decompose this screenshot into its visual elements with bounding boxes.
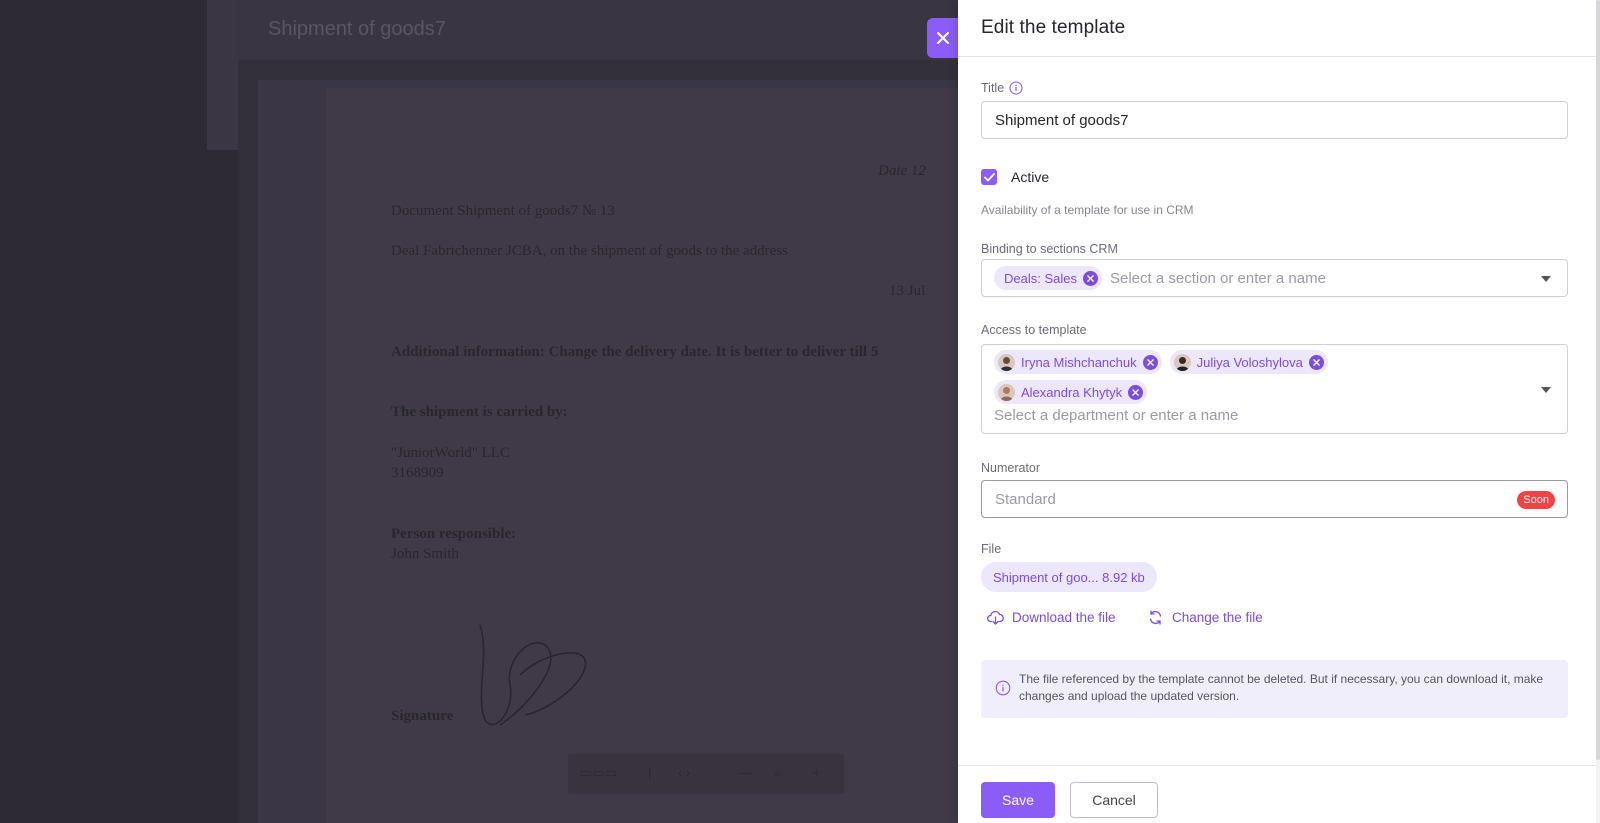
binding-chip-deals-sales[interactable]: Deals: Sales (994, 266, 1102, 290)
chip-remove-icon[interactable] (1128, 384, 1144, 400)
access-person-name: Iryna Mishchanchuk (1021, 354, 1137, 370)
background-sidebar (0, 0, 238, 823)
chip-remove-icon[interactable] (1082, 270, 1098, 286)
access-person-name: Juliya Voloshylova (1196, 354, 1303, 370)
background-document-paper: Date 12 Document Shipment of goods7 № 13… (326, 88, 958, 823)
close-panel-button[interactable] (927, 18, 959, 58)
download-file-label: Download the file (1012, 610, 1116, 625)
numerator-placeholder: Standard (995, 490, 1056, 508)
download-file-link[interactable]: Download the file (987, 609, 1116, 626)
background-document-title: Shipment of goods7 (268, 18, 446, 40)
access-chip-person[interactable]: Alexandra Khytyk (994, 380, 1148, 404)
chevron-down-icon[interactable] (1541, 276, 1551, 282)
panel-footer: Save Cancel (958, 765, 1600, 823)
access-label: Access to template (981, 323, 1087, 337)
binding-label: Binding to sections CRM (981, 242, 1118, 256)
access-select[interactable]: Iryna Mishchanchuk Juliya Voloshylova Al… (981, 344, 1568, 434)
save-button[interactable]: Save (981, 782, 1055, 818)
background-sidebar-strip (207, 0, 238, 150)
background-document-toolbar: ▭▭▭ | ‹ › — ⌕ + (568, 754, 844, 794)
access-placeholder[interactable]: Select a department or enter a name (994, 407, 1238, 424)
info-icon (995, 680, 1011, 696)
scrollbar-thumb[interactable] (1596, 0, 1600, 760)
active-checkbox-row[interactable]: Active (981, 169, 1049, 185)
title-label-row: Title (981, 81, 1023, 95)
file-label: File (981, 542, 1002, 556)
soon-badge: Soon (1517, 491, 1555, 509)
bg-person-name: John Smith (391, 546, 459, 562)
bg-company-code: 3168909 (391, 465, 444, 481)
binding-chip-label: Deals: Sales (1004, 270, 1077, 286)
access-person-name: Alexandra Khytyk (1021, 384, 1123, 400)
download-icon (987, 610, 1004, 625)
chevron-down-icon[interactable] (1541, 387, 1551, 393)
title-input[interactable]: Shipment of goods7 (981, 101, 1568, 139)
avatar (998, 353, 1015, 371)
info-text: The file referenced by the template cann… (1019, 672, 1544, 703)
numerator-label: Numerator (981, 461, 1041, 475)
edit-template-panel: Edit the template Title Shipment of good… (958, 0, 1600, 823)
numerator-input[interactable]: Standard Soon (981, 480, 1568, 518)
info-notice: The file referenced by the template cann… (981, 660, 1568, 718)
title-label: Title (981, 81, 1005, 95)
active-hint: Availability of a template for use in CR… (981, 203, 1194, 217)
bg-signature-label: Signature (391, 708, 454, 724)
bg-person-label: Person responsible: (391, 526, 517, 542)
check-icon (983, 172, 995, 181)
file-chip[interactable]: Shipment of goo... 8.92 kb (981, 562, 1157, 592)
close-icon (937, 32, 949, 44)
signature-image (479, 624, 587, 726)
binding-select[interactable]: Deals: Sales Select a section or enter a… (981, 259, 1568, 297)
panel-header: Edit the template (958, 0, 1600, 57)
cancel-button[interactable]: Cancel (1070, 782, 1158, 818)
change-file-link[interactable]: Change the file (1147, 609, 1263, 626)
chip-remove-icon[interactable] (1142, 354, 1158, 370)
active-label: Active (1011, 169, 1050, 185)
change-file-label: Change the file (1172, 610, 1263, 625)
access-chip-person[interactable]: Juliya Voloshylova (1169, 350, 1328, 374)
refresh-icon (1149, 610, 1162, 625)
bg-carried-by: The shipment is carried by: (391, 404, 568, 420)
avatar (998, 383, 1015, 401)
active-checkbox[interactable] (981, 169, 997, 185)
info-icon[interactable] (1009, 81, 1023, 95)
bg-deal-line: Deal Fabrichenner JCBA, on the shipment … (391, 243, 789, 259)
bg-company: "JuniorWorld" LLC (391, 445, 510, 461)
bg-date-label: Date 12 (878, 163, 926, 179)
access-chip-person[interactable]: Iryna Mishchanchuk (994, 350, 1162, 374)
avatar (1173, 353, 1191, 371)
panel-title: Edit the template (981, 17, 1126, 38)
bg-doc-line: Document Shipment of goods7 № 13 (391, 203, 615, 219)
bg-date-value: 13 Jul (889, 283, 926, 299)
chip-remove-icon[interactable] (1308, 354, 1324, 370)
binding-placeholder[interactable]: Select a section or enter a name (1110, 270, 1326, 287)
bg-additional: Additional information: Change the deliv… (391, 344, 879, 360)
